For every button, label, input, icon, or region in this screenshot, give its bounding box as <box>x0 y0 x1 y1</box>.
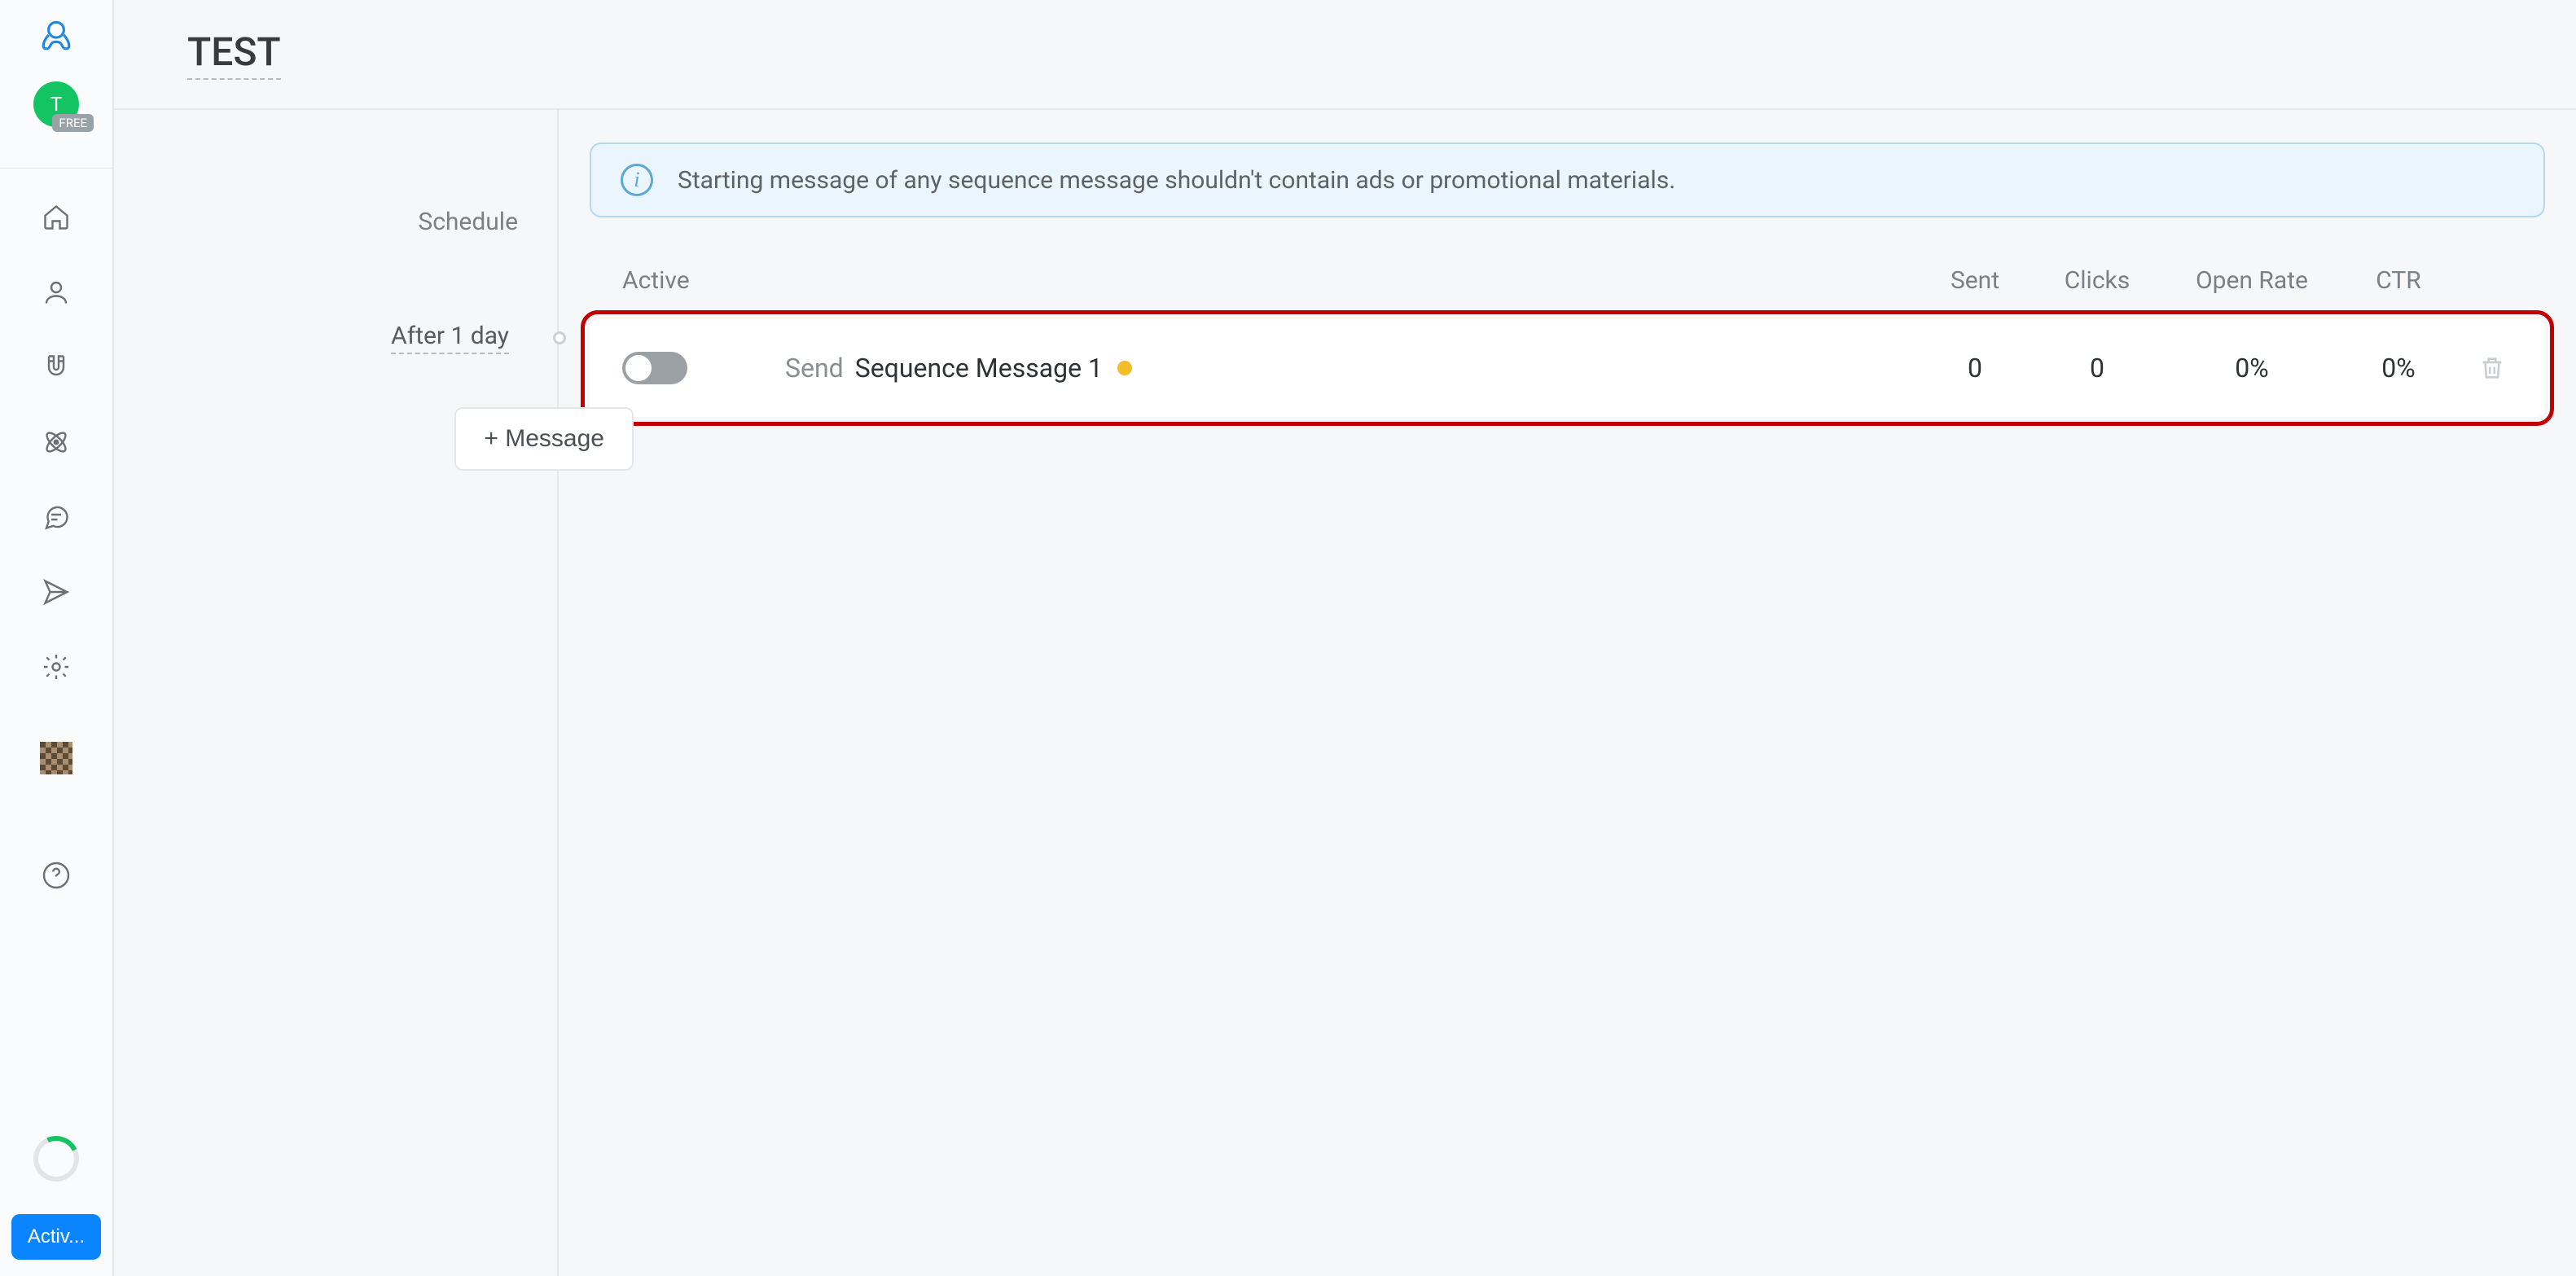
toggle-knob <box>625 355 652 381</box>
topbar: TEST <box>114 0 2576 110</box>
send-icon[interactable] <box>40 576 72 608</box>
gear-icon[interactable] <box>40 651 72 683</box>
atom-icon[interactable] <box>40 426 72 458</box>
avatar-letter: T <box>50 93 62 116</box>
table-header: Active Sent Clicks Open Rate CTR <box>590 266 2545 319</box>
col-ctr: CTR <box>2341 266 2455 295</box>
sidebar-divider <box>0 168 112 169</box>
timeline-dot <box>553 331 566 344</box>
info-text: Starting message of any sequence message… <box>678 166 1675 195</box>
activate-button[interactable]: Activ... <box>11 1214 101 1260</box>
metric-sent: 0 <box>1918 353 2032 384</box>
metric-open-rate: 0% <box>2162 353 2341 384</box>
metric-clicks: 0 <box>2032 353 2162 384</box>
account-avatar[interactable]: T FREE <box>33 81 79 127</box>
page-title[interactable]: TEST <box>187 29 281 80</box>
send-label: Send <box>785 353 844 384</box>
message-name[interactable]: Sequence Message 1 <box>855 353 1103 384</box>
main: TEST Schedule After 1 day + Message i St… <box>114 0 2576 1276</box>
schedule-header: Schedule <box>114 208 559 236</box>
col-clicks: Clicks <box>2032 266 2162 295</box>
delete-icon[interactable] <box>2455 354 2529 382</box>
channel-thumbnail[interactable] <box>40 742 72 774</box>
metric-ctr: 0% <box>2341 353 2455 384</box>
help-icon[interactable] <box>40 859 72 892</box>
status-dot-icon <box>1117 361 1132 375</box>
col-sent: Sent <box>1918 266 2032 295</box>
magnet-icon[interactable] <box>40 351 72 384</box>
add-message-button[interactable]: + Message <box>454 407 634 471</box>
plan-badge: FREE <box>52 114 94 132</box>
messages-column: i Starting message of any sequence messa… <box>559 110 2576 1276</box>
info-icon: i <box>621 164 653 196</box>
usage-indicator[interactable] <box>27 1129 86 1188</box>
timeline-line <box>557 110 559 1276</box>
col-active: Active <box>622 266 736 295</box>
message-row[interactable]: Send Sequence Message 1 0 0 0% 0% <box>590 319 2545 417</box>
info-banner: i Starting message of any sequence messa… <box>590 143 2545 217</box>
schedule-row: After 1 day <box>114 301 559 375</box>
user-icon[interactable] <box>40 276 72 309</box>
chat-icon[interactable] <box>40 501 72 533</box>
active-toggle[interactable] <box>622 352 687 384</box>
home-icon[interactable] <box>40 201 72 234</box>
col-open-rate: Open Rate <box>2162 266 2341 295</box>
schedule-label[interactable]: After 1 day <box>391 322 509 354</box>
sidebar: T FREE <box>0 0 114 1276</box>
app-logo[interactable] <box>36 16 77 57</box>
schedule-column: Schedule After 1 day + Message <box>114 110 559 1276</box>
